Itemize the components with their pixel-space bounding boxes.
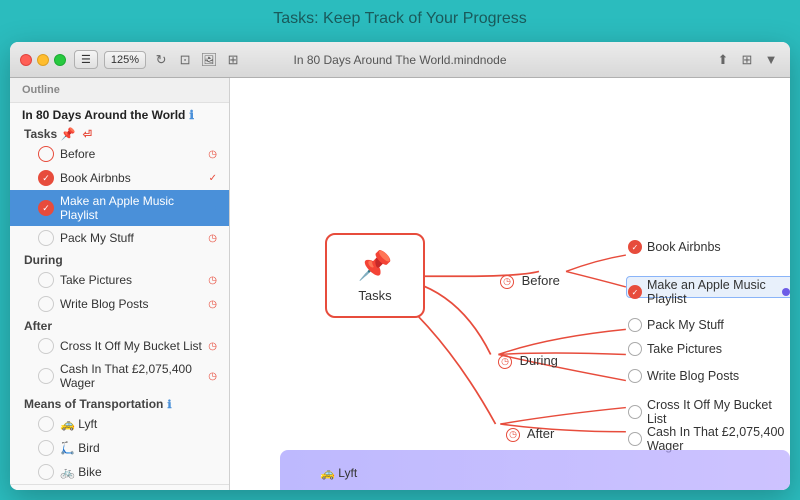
toolbar-right: ⬆ ⊞ ▼	[714, 51, 780, 69]
central-node-icon: 📌	[358, 249, 393, 282]
lyft-bottom-label: 🚕 Lyft	[320, 466, 357, 480]
export-icon[interactable]: ⬆	[714, 51, 732, 69]
node-airbnbs: Book Airbnbs	[628, 240, 721, 254]
bucket-right-icon: ◷	[208, 341, 217, 352]
before-check: ◷	[500, 275, 514, 289]
sidebar-item-pack[interactable]: Pack My Stuff ◷	[10, 226, 229, 250]
window-title: In 80 Days Around The World.mindnode	[293, 53, 506, 67]
check-pack	[38, 230, 54, 246]
node-pictures: Take Pictures	[628, 342, 722, 356]
sidebar-item-wager[interactable]: Cash In That £2,075,400 Wager ◷	[10, 358, 229, 394]
sidebar-item-lyft[interactable]: 🚕 Lyft	[10, 412, 229, 436]
pack-check	[628, 318, 642, 332]
branch-before: ◷ Before	[500, 273, 560, 289]
share-icon[interactable]: ⊡	[176, 51, 194, 69]
check-blog	[38, 296, 54, 312]
sidebar-item-blog[interactable]: Write Blog Posts ◷	[10, 292, 229, 316]
traffic-lights	[20, 54, 66, 66]
filter-icon[interactable]: ▼	[762, 51, 780, 69]
pack-right-icon: ◷	[208, 233, 217, 244]
airbnbs-check	[628, 240, 642, 254]
check-bird	[38, 440, 54, 456]
before-right-icon: ◷	[208, 149, 217, 160]
check-playlist	[38, 200, 54, 216]
transport-info-icon: ℹ	[167, 398, 171, 411]
sidebar-header: Outline	[10, 78, 229, 103]
check-airbnbs	[38, 170, 54, 186]
sidebar-item-pictures[interactable]: Take Pictures ◷	[10, 268, 229, 292]
image-icon[interactable]: 🖼	[200, 51, 218, 69]
refresh-icon[interactable]: ↻	[152, 51, 170, 69]
blog-check	[628, 369, 642, 383]
sidebar-item-bucket[interactable]: Cross It Off My Bucket List ◷	[10, 334, 229, 358]
wager-right-icon: ◷	[208, 371, 217, 382]
sidebar-item-bird[interactable]: 🛴 Bird	[10, 436, 229, 460]
mindmap-area: 📌 Tasks ◷ Before ◷ During ◷ After Book A…	[230, 78, 790, 490]
outline-toggle[interactable]: ☰	[74, 50, 98, 69]
check-wager	[38, 368, 54, 384]
fullscreen-button[interactable]	[54, 54, 66, 66]
group-tasks: Tasks 📌 ⏎	[10, 124, 229, 142]
sidebar-footer: ⚙	[10, 484, 229, 490]
check-pictures	[38, 272, 54, 288]
page-title: Tasks: Keep Track of Your Progress	[0, 0, 800, 36]
sidebar-item-bike[interactable]: 🚲 Bike	[10, 460, 229, 484]
app-window: ☰ 125% ↻ ⊡ 🖼 ⊞ In 80 Days Around The Wor…	[10, 42, 790, 490]
check-bucket	[38, 338, 54, 354]
zoom-level[interactable]: 125%	[104, 51, 146, 69]
playlist-check	[628, 285, 642, 299]
minimize-button[interactable]	[37, 54, 49, 66]
blog-right-icon: ◷	[208, 299, 217, 310]
pictures-check	[628, 342, 642, 356]
outline-icon: ☰	[81, 53, 91, 66]
check-before	[38, 146, 54, 162]
airbnbs-right-icon: ✓	[209, 173, 217, 184]
check-lyft	[38, 416, 54, 432]
branch-during: ◷ During	[498, 353, 558, 369]
content-area: Outline In 80 Days Around the World ℹ Ta…	[10, 78, 790, 490]
node-blog: Write Blog Posts	[628, 369, 739, 383]
playlist-right-icon: ●	[211, 203, 217, 214]
group-after: After	[10, 316, 229, 334]
central-node[interactable]: 📌 Tasks	[325, 233, 425, 318]
grid-icon[interactable]: ⊞	[738, 51, 756, 69]
node-playlist: Make an Apple Music Playlist	[628, 278, 790, 306]
sidebar-item-airbnbs[interactable]: Book Airbnbs ✓	[10, 166, 229, 190]
node-wager: Cash In That £2,075,400 Wager	[628, 425, 790, 453]
node-pack: Pack My Stuff	[628, 318, 724, 332]
branch-after: ◷ After	[506, 426, 554, 442]
central-node-label: Tasks	[358, 288, 391, 303]
group-during: During	[10, 250, 229, 268]
purple-dot	[782, 288, 790, 296]
close-button[interactable]	[20, 54, 32, 66]
toolbar-left: ☰ 125% ↻ ⊡ 🖼 ⊞	[74, 50, 242, 69]
bucket-check	[628, 405, 642, 419]
layout-icon[interactable]: ⊞	[224, 51, 242, 69]
check-bike	[38, 464, 54, 480]
root-title: In 80 Days Around the World ℹ	[10, 103, 229, 124]
title-bar: ☰ 125% ↻ ⊡ 🖼 ⊞ In 80 Days Around The Wor…	[10, 42, 790, 78]
info-icon: ℹ	[189, 108, 194, 122]
node-bucket: Cross It Off My Bucket List	[628, 398, 790, 426]
group-transport: Means of Transportation ℹ	[10, 394, 229, 412]
sidebar-item-before[interactable]: Before ◷	[10, 142, 229, 166]
pictures-right-icon: ◷	[208, 275, 217, 286]
tasks-indicator: ⏎	[83, 129, 92, 141]
sidebar: Outline In 80 Days Around the World ℹ Ta…	[10, 78, 230, 490]
sidebar-item-playlist[interactable]: Make an Apple Music Playlist ●	[10, 190, 229, 226]
wager-check	[628, 432, 642, 446]
